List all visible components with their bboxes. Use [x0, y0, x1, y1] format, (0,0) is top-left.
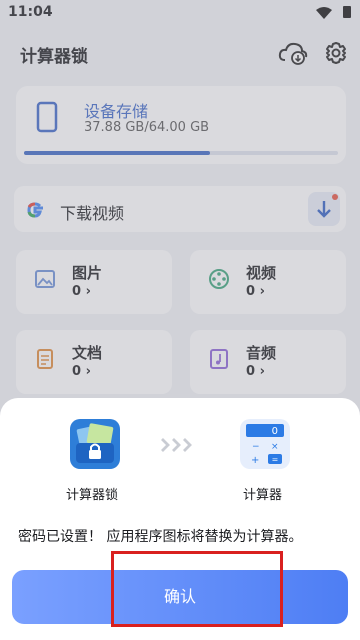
svg-text:+: +: [251, 455, 259, 466]
svg-text:−: −: [252, 442, 260, 452]
svg-text:0: 0: [272, 426, 278, 437]
old-app-name: 计算器锁: [66, 488, 119, 503]
dialog-message: 密码已设置！ 应用程序图标将替换为计算器。: [18, 529, 303, 545]
highlight-box: [111, 551, 283, 627]
app-lock-icon: [70, 419, 120, 469]
svg-text:=: =: [272, 455, 279, 464]
chevrons-right-icon: [161, 438, 192, 452]
new-app-name: 计算器: [243, 488, 283, 503]
svg-text:×: ×: [271, 442, 279, 452]
calculator-icon: 0 − × + =: [240, 419, 290, 469]
